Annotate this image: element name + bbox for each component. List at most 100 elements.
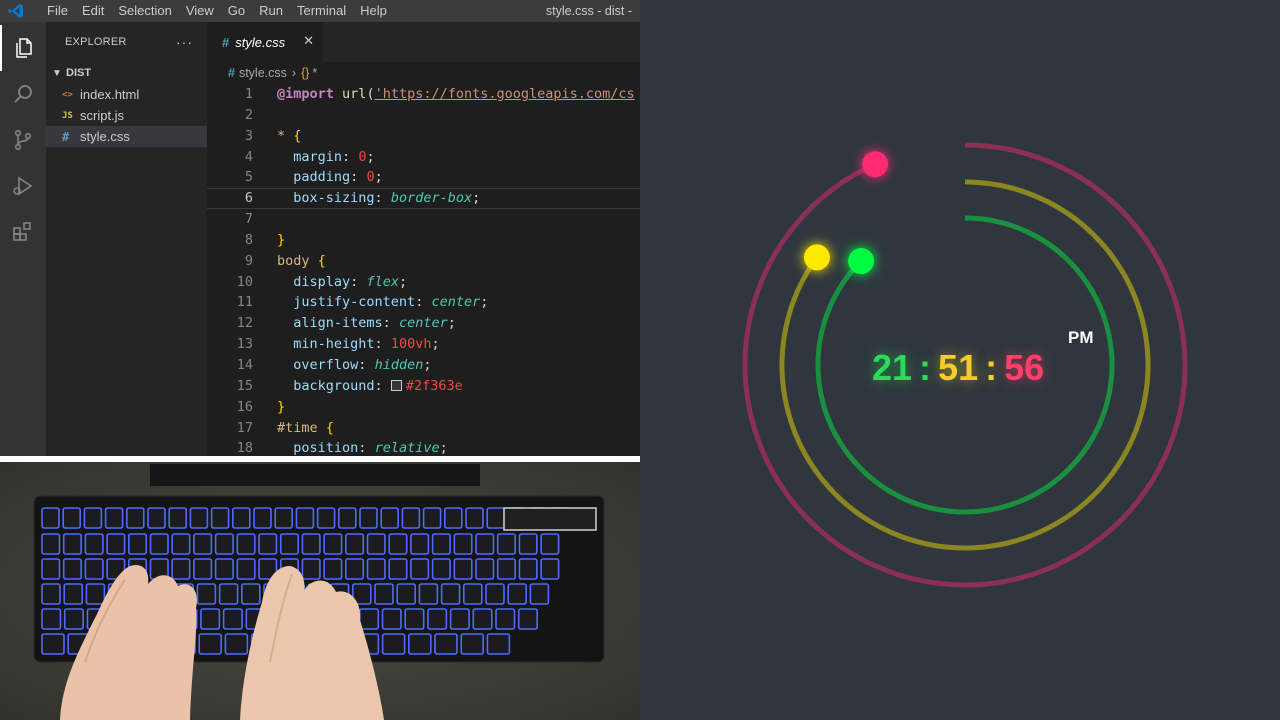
- code-token: :: [374, 377, 391, 394]
- code-token: #2f363e: [405, 377, 463, 394]
- code-line[interactable]: 4 margin: 0;: [207, 147, 640, 168]
- js-file-icon: JS: [62, 110, 73, 121]
- line-number: 16: [236, 398, 253, 415]
- code-line[interactable]: 10 display: flex;: [207, 272, 640, 293]
- code-token: 0: [366, 169, 375, 186]
- run-debug-icon[interactable]: [0, 163, 46, 209]
- keyboard-key: [323, 558, 343, 580]
- close-icon[interactable]: ✕: [303, 33, 314, 49]
- keyboard-key: [258, 533, 278, 555]
- chevron-right-icon: ›: [291, 66, 297, 80]
- tab-style-css[interactable]: # style.css ✕: [207, 22, 323, 62]
- keyboard-key: [62, 558, 83, 580]
- code-token: ;: [447, 315, 456, 332]
- keyboard-key: [517, 608, 539, 630]
- keyboard-key: [427, 608, 448, 630]
- search-icon[interactable]: [0, 71, 46, 117]
- files-icon[interactable]: [0, 25, 46, 71]
- code-line[interactable]: 3 * {: [207, 126, 640, 147]
- code-token: :: [358, 440, 375, 456]
- breadcrumb-symbol[interactable]: *: [312, 66, 317, 80]
- breadcrumb-file[interactable]: style.css: [239, 66, 287, 80]
- code-line[interactable]: 7: [207, 209, 640, 230]
- menu-help[interactable]: Help: [353, 0, 394, 22]
- code-token: 'https://fonts.googleapis.com/cs: [374, 86, 635, 102]
- explorer-header: EXPLORER ···: [46, 22, 207, 62]
- file-item-script-js[interactable]: JS script.js: [46, 105, 207, 126]
- code-token: center: [431, 294, 481, 311]
- code-line[interactable]: 11 justify-content: center;: [207, 292, 640, 313]
- css-file-icon: #: [222, 34, 230, 50]
- code-token: @import: [277, 86, 334, 102]
- code-line[interactable]: 9 body {: [207, 251, 640, 272]
- menu-terminal[interactable]: Terminal: [290, 0, 353, 22]
- code-line[interactable]: 12 align-items: center;: [207, 313, 640, 334]
- code-line[interactable]: 16}: [207, 397, 640, 418]
- code-token: ;: [374, 169, 383, 186]
- keyboard-key: [529, 583, 550, 605]
- keyboard-key: [388, 533, 408, 555]
- source-control-icon[interactable]: [0, 117, 46, 163]
- line-number: 6: [244, 190, 253, 207]
- line-number: 9: [244, 252, 253, 269]
- code-line[interactable]: 8}: [207, 230, 640, 251]
- code-line[interactable]: 14 overflow: hidden;: [207, 355, 640, 376]
- keyboard-key: [214, 533, 234, 555]
- keyboard-key: [472, 608, 493, 630]
- line-text: margin: 0;: [277, 147, 374, 168]
- code-line[interactable]: 5 padding: 0;: [207, 167, 640, 188]
- line-number: 11: [236, 294, 253, 311]
- code-line[interactable]: 17 #time {: [207, 418, 640, 439]
- code-line[interactable]: 2: [207, 105, 640, 126]
- keyboard-key: [106, 533, 126, 555]
- menu-go[interactable]: Go: [221, 0, 252, 22]
- menu-run[interactable]: Run: [252, 0, 290, 22]
- menu-file[interactable]: File: [40, 0, 75, 22]
- line-number: 1: [244, 86, 253, 102]
- line-text: justify-content: center;: [277, 292, 488, 313]
- more-actions-icon[interactable]: ···: [176, 34, 193, 50]
- line-number: 2: [244, 106, 253, 123]
- color-swatch[interactable]: [390, 379, 402, 391]
- menu-edit[interactable]: Edit: [75, 0, 111, 22]
- code-line[interactable]: 18 position: relative;: [207, 438, 640, 456]
- keyboard-key: [485, 583, 505, 605]
- code-token: :: [415, 294, 432, 311]
- code-line[interactable]: 6 box-sizing: border-box;: [207, 188, 640, 209]
- code-token: {: [317, 252, 326, 269]
- keyboard-key: [381, 633, 406, 655]
- code-token: :: [350, 169, 367, 186]
- keyboard-key: [475, 558, 495, 580]
- keyboard-key: [418, 583, 439, 605]
- keyboard-key: [232, 507, 251, 529]
- code-token: body: [277, 252, 310, 269]
- line-text: * {: [277, 126, 301, 147]
- code-line[interactable]: 15 background: #2f363e: [207, 376, 640, 397]
- menu-selection[interactable]: Selection: [111, 0, 178, 22]
- code-token: (: [366, 86, 375, 102]
- title-bar: File Edit Selection View Go Run Terminal…: [0, 0, 640, 22]
- code-line[interactable]: 13 min-height: 100vh;: [207, 334, 640, 355]
- extensions-icon[interactable]: [0, 209, 46, 255]
- ampm-label: PM: [1068, 328, 1094, 347]
- css-rule-icon: {}: [301, 66, 310, 80]
- keyboard-key: [440, 583, 461, 605]
- file-item-style-css[interactable]: # style.css: [46, 126, 207, 147]
- line-number: 3: [244, 127, 253, 144]
- keyboard-key: [410, 533, 430, 555]
- code-editor[interactable]: 1 @import url('https://fonts.googleapis.c…: [207, 84, 640, 456]
- file-item-index-html[interactable]: <> index.html: [46, 84, 207, 105]
- line-text: @import url('https://fonts.googleapis.co…: [277, 84, 635, 105]
- chevron-down-icon: ▼: [52, 67, 62, 79]
- keyboard-key: [486, 633, 511, 655]
- line-text: align-items: center;: [277, 313, 456, 334]
- code-line[interactable]: 1 @import url('https://fonts.googleapis.c…: [207, 84, 640, 105]
- keyboard-key: [316, 507, 336, 529]
- menu-view[interactable]: View: [179, 0, 221, 22]
- folder-dist[interactable]: ▼ DIST: [46, 62, 207, 84]
- keyboard-key: [198, 633, 222, 655]
- hours-dot: [848, 248, 875, 275]
